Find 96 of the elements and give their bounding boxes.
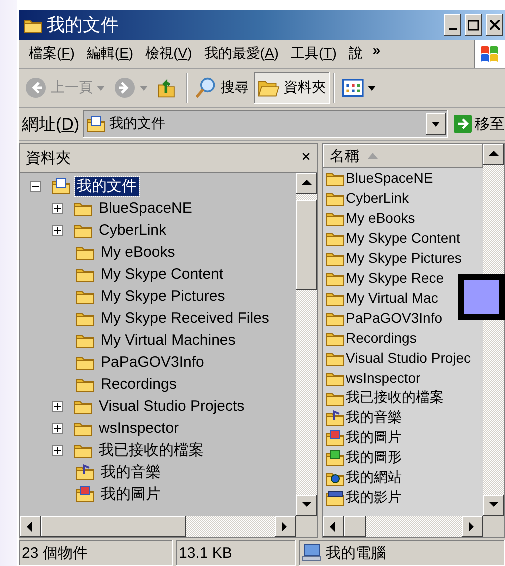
menu-overflow-button[interactable]: » [368,43,385,57]
close-icon [490,20,500,30]
caret-icon [140,86,148,90]
expand-toggle[interactable] [52,202,63,214]
tree-item[interactable]: BlueSpaceNE [97,200,194,216]
tree-item[interactable]: 我的音樂 [99,462,163,482]
address-value: 我的文件 [110,115,166,133]
expand-toggle[interactable] [52,444,63,456]
music-folder-icon [325,410,345,426]
sort-arrow-icon [368,153,378,159]
highlight-box [458,274,505,320]
expand-toggle[interactable] [52,422,63,434]
tree-item[interactable]: 我的圖片 [99,484,163,504]
folders-button[interactable]: 資料夾 [254,72,330,104]
documents-folder-icon [51,178,71,194]
file-item[interactable]: 我的網站 [346,469,402,487]
go-button[interactable]: 移至 [451,114,505,134]
plus-icon [54,226,61,234]
file-item[interactable]: My Virtual Mac [346,290,438,306]
caret-icon [432,122,440,126]
close-pane-button[interactable]: × [302,149,311,167]
tree-item[interactable]: My eBooks [99,244,178,260]
scroll-thumb[interactable] [344,516,366,537]
file-item[interactable]: My Skype Pictures [346,250,462,266]
pane-title: 資料夾 [26,148,71,168]
menu-item[interactable]: 我的最愛(A) [198,45,285,63]
file-item[interactable]: CyberLink [346,190,410,206]
plus-icon [54,204,61,212]
search-icon [195,77,217,99]
plus-icon [54,446,61,454]
tree-item[interactable]: My Skype Content [99,266,226,282]
file-item[interactable]: My Skype Content [346,230,460,246]
tree-item[interactable]: Visual Studio Projects [97,398,247,414]
horizontal-scrollbar[interactable] [323,516,483,537]
flag-logo-icon [480,45,500,63]
pictures-folder-icon [75,486,95,502]
object-count: 23 個物件 [19,540,173,566]
tree-item[interactable]: 我已接收的檔案 [97,440,206,460]
file-item[interactable]: 我的圖片 [346,429,402,447]
minimize-icon [448,28,456,30]
close-button[interactable] [486,14,503,36]
caret-icon [97,86,105,90]
tree-item[interactable]: PaPaGOV3Info [99,354,206,370]
tree-item[interactable]: CyberLink [97,222,169,238]
expand-toggle[interactable] [52,224,63,236]
folder-icon [258,78,280,98]
expand-toggle[interactable] [52,400,63,412]
computer-icon [302,544,322,562]
address-label: 網址(D) [22,114,80,136]
go-arrow-icon [454,115,472,133]
file-item[interactable]: Recordings [346,330,417,346]
caret-icon [368,86,376,90]
menu-item[interactable]: 檔案(F) [23,45,81,63]
file-item[interactable]: 我的圖形 [346,449,402,467]
zone-text: 我的電腦 [326,544,386,562]
tree-item[interactable]: My Skype Received Files [99,310,272,326]
scroll-thumb[interactable] [296,200,317,290]
tree-item[interactable]: My Virtual Machines [99,332,238,348]
search-button[interactable]: 搜尋 [191,72,253,104]
tree-item[interactable]: wsInspector [97,420,182,436]
maximize-icon [468,20,479,30]
views-icon [342,79,364,97]
graphics-folder-icon [325,450,345,466]
music-folder-icon [75,464,95,480]
file-item[interactable]: PaPaGOV3Info [346,310,443,326]
file-item[interactable]: BlueSpaceNE [346,170,434,186]
file-item[interactable]: Visual Studio Projec [346,350,472,366]
tree-item[interactable]: Recordings [99,376,179,392]
vertical-scrollbar[interactable] [296,173,317,516]
file-item[interactable]: My Skype Rece [346,270,444,286]
horizontal-scrollbar[interactable] [20,516,296,537]
column-header[interactable]: 名稱 [323,144,483,168]
tree-item[interactable]: 我的文件 [75,176,139,196]
menu-item[interactable]: 說 [342,45,369,63]
address-dropdown-button[interactable] [426,113,446,135]
file-size: 13.1 KB [176,540,296,566]
collapse-toggle[interactable] [30,180,41,192]
video-folder-icon [325,490,345,506]
file-item[interactable]: 我已接收的檔案 [346,389,444,407]
plus-icon [54,402,61,410]
maximize-button[interactable] [465,14,482,36]
window-title: 我的文件 [47,14,120,37]
tree-item[interactable]: My Skype Pictures [99,288,228,304]
menu-item[interactable]: 檢視(V) [140,45,198,63]
documents-folder-icon [86,116,106,132]
file-item[interactable]: 我的影片 [346,489,402,507]
menu-item[interactable]: 編輯(E) [80,45,140,63]
minimize-button[interactable] [444,14,461,36]
file-item[interactable]: wsInspector [346,370,421,386]
file-item[interactable]: My eBooks [346,210,416,226]
file-item[interactable]: 我的音樂 [346,409,402,427]
scroll-thumb[interactable] [41,516,186,537]
pictures-folder-icon [325,430,345,446]
address-field[interactable]: 我的文件 [82,110,448,138]
plus-icon [54,424,61,432]
menu-item[interactable]: 工具(T) [284,45,343,63]
